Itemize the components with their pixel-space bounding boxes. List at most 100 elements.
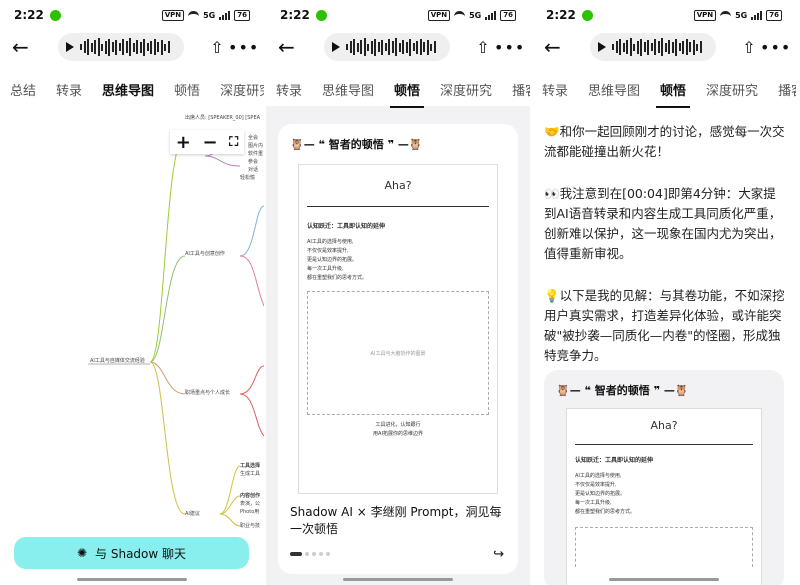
poster-heading: 认知跃迁：工具即认知的延伸	[307, 223, 386, 230]
insight-card-title: 🦉— ❝ 智者的顿悟 ❞ —🦉	[556, 384, 689, 397]
insight-poster: Aha? 认知跃迁：工具即认知的延伸 AI工具的选择与使用, 不仅仅是效率提升,…	[566, 408, 762, 585]
poster-line: 每一次工具升级,	[307, 266, 344, 272]
share-icon[interactable]: ⇧	[738, 38, 760, 57]
poster-heading: 认知跃迁：工具即认知的延伸	[575, 457, 654, 464]
tab-deep-research[interactable]: 深度研究	[210, 80, 264, 99]
tab-transcript[interactable]: 转录	[532, 80, 578, 99]
tab-bar: 转录 思维导图 顿悟 深度研究 播客	[532, 72, 796, 108]
status-bar: 2:22 VPN 5G 76	[0, 0, 264, 30]
tab-insight[interactable]: 顿悟	[384, 80, 430, 108]
share-icon[interactable]: ⇧	[206, 38, 228, 57]
more-icon[interactable]: •••	[760, 38, 790, 57]
tab-deep-research[interactable]: 深度研究	[430, 80, 502, 99]
battery-level: 76	[234, 9, 250, 21]
wechat-icon	[581, 9, 593, 21]
insight-card[interactable]: 🦉— ❝ 智者的顿悟 ❞ —🦉 Aha? 认知跃迁：工具即认知的延伸 AI工具的…	[544, 370, 784, 585]
waveform-icon	[612, 38, 702, 56]
screen-insight-card: 2:22 VPN 5G 76 ← ⇧ ••• 转录 思维导图 顿悟 深度研究 播…	[264, 0, 532, 585]
mindmap-leaf: 对话	[248, 167, 259, 173]
audio-player[interactable]	[58, 33, 184, 61]
poster-image-placeholder	[575, 527, 753, 567]
fit-view-icon[interactable]: ⛶	[229, 135, 238, 150]
poster-line: 更是认知边界的拓展。	[307, 257, 358, 263]
mindmap-leaf: 图片内	[248, 143, 264, 149]
tab-insight[interactable]: 顿悟	[164, 80, 210, 99]
tab-bar: 转录 思维导图 顿悟 深度研究 播客	[266, 72, 530, 108]
tab-summary[interactable]: 总结	[0, 80, 46, 99]
zoom-in-button[interactable]: +	[176, 132, 191, 153]
play-icon[interactable]	[332, 42, 340, 52]
mindmap-leaf: Photo用	[240, 509, 260, 515]
signal-icon	[751, 10, 763, 20]
tab-mindmap[interactable]: 思维导图	[92, 80, 164, 108]
tab-podcast[interactable]: 播客	[502, 80, 530, 99]
poster-aha: Aha?	[650, 419, 678, 432]
tab-mindmap[interactable]: 思维导图	[312, 80, 384, 99]
share-icon[interactable]: ⇧	[472, 38, 494, 57]
tab-deep-research[interactable]: 深度研究	[696, 80, 768, 99]
poster-line: 更是认知边界的拓展。	[575, 491, 626, 497]
mindmap-branch-tools[interactable]: AI工具与创意创作	[185, 250, 225, 257]
tab-mindmap[interactable]: 思维导图	[578, 80, 650, 99]
mindmap-leaf: 表演，公	[240, 501, 261, 507]
mindmap-branch-advice[interactable]: AI建议	[185, 510, 200, 517]
vpn-badge: VPN	[693, 9, 717, 21]
mindmap-leaf: 工具选择	[240, 463, 261, 469]
back-arrow-icon[interactable]: ←	[12, 35, 36, 59]
more-icon[interactable]: •••	[494, 38, 524, 57]
back-arrow-icon[interactable]: ←	[278, 35, 302, 59]
tab-transcript[interactable]: 转录	[266, 80, 312, 99]
home-indicator	[77, 578, 187, 581]
forward-share-icon[interactable]: ↪	[493, 547, 504, 562]
wechat-icon	[49, 9, 61, 21]
audio-player[interactable]	[324, 33, 450, 61]
mindmap-canvas[interactable]: 出席人员: [SPEAKER_00] [SPEA + − ⛶ AI工具与自媒体交…	[0, 106, 264, 585]
play-icon[interactable]	[66, 42, 74, 52]
home-indicator	[343, 578, 453, 581]
chat-sparkle-icon: ✺	[76, 546, 88, 560]
screen-insight-text: 2:22 VPN 5G 76 ← ⇧ ••• 转录 思维导图 顿悟 深度研究 播…	[532, 0, 796, 585]
mindmap-root-node[interactable]: AI工具与自媒体交流经验	[90, 357, 145, 364]
vpn-badge: VPN	[427, 9, 451, 21]
mindmap-lines	[88, 135, 264, 527]
play-icon[interactable]	[598, 42, 606, 52]
battery-level: 76	[766, 9, 782, 21]
insight-text: 🤝和你一起回顾刚才的讨论，感觉每一次交流都能碰撞出新火花！ 👀我注意到在[00:…	[544, 122, 786, 388]
zoom-out-button[interactable]: −	[202, 132, 217, 153]
mindmap-branch-career[interactable]: 职场重点与个人成长	[185, 389, 230, 396]
mindmap-leaf: 软件重	[248, 151, 264, 157]
tab-insight[interactable]: 顿悟	[650, 80, 696, 108]
insight-paragraph: 👀我注意到在[00:04]即第4分钟：大家提到AI语音转录和内容生成工具同质化严…	[544, 186, 782, 261]
tab-bar: 总结 转录 思维导图 顿悟 深度研究	[0, 72, 264, 108]
network-label: 5G	[469, 10, 482, 20]
battery-level: 76	[500, 9, 516, 21]
audio-player[interactable]	[590, 33, 716, 61]
poster-line: 都在重塑我们的思考方式。	[307, 275, 368, 281]
back-arrow-icon[interactable]: ←	[544, 35, 568, 59]
vpn-badge: VPN	[161, 9, 185, 21]
screen-mindmap: 2:22 VPN 5G 76 ← ⇧ ••• 总结 转录 思维导图 顿悟 深度研…	[0, 0, 264, 585]
network-label: 5G	[735, 10, 748, 20]
wifi-icon	[720, 11, 732, 19]
status-time: 2:22	[546, 8, 576, 22]
poster-aha: Aha?	[384, 179, 412, 192]
insight-paragraph: 💡以下是我的见解：与其卷功能，不如深挖用户真实需求，打造差异化体验，或许能突破"…	[544, 288, 785, 363]
network-label: 5G	[203, 10, 216, 20]
insight-card[interactable]: 🦉— ❝ 智者的顿悟 ❞ —🦉 Aha? 认知跃迁：工具即认知的延伸 AI工具的…	[278, 124, 518, 574]
poster-footer: 工具进化，认知跟行 用AI拓展你的思维边界	[373, 422, 423, 437]
waveform-icon	[346, 38, 436, 56]
insight-paragraph: 🤝和你一起回顾刚才的讨论，感觉每一次交流都能碰撞出新火花！	[544, 124, 785, 159]
poster-line: AI工具的选择与使用,	[307, 239, 354, 245]
status-time: 2:22	[280, 8, 310, 22]
carousel-dots[interactable]	[290, 552, 506, 556]
status-bar: 2:22 VPN 5G 76	[532, 0, 796, 30]
poster-line: 不仅仅是效率提升,	[307, 248, 349, 254]
poster-line: AI工具的选择与使用,	[575, 473, 622, 479]
chat-button-label: 与 Shadow 聊天	[95, 546, 187, 561]
more-icon[interactable]: •••	[228, 38, 258, 57]
chat-with-shadow-button[interactable]: ✺ 与 Shadow 聊天	[14, 537, 249, 569]
tab-transcript[interactable]: 转录	[46, 80, 92, 99]
signal-icon	[219, 10, 231, 20]
insight-poster: Aha? 认知跃迁：工具即认知的延伸 AI工具的选择与使用, 不仅仅是效率提升,…	[298, 164, 498, 494]
tab-podcast[interactable]: 播客	[768, 80, 796, 99]
